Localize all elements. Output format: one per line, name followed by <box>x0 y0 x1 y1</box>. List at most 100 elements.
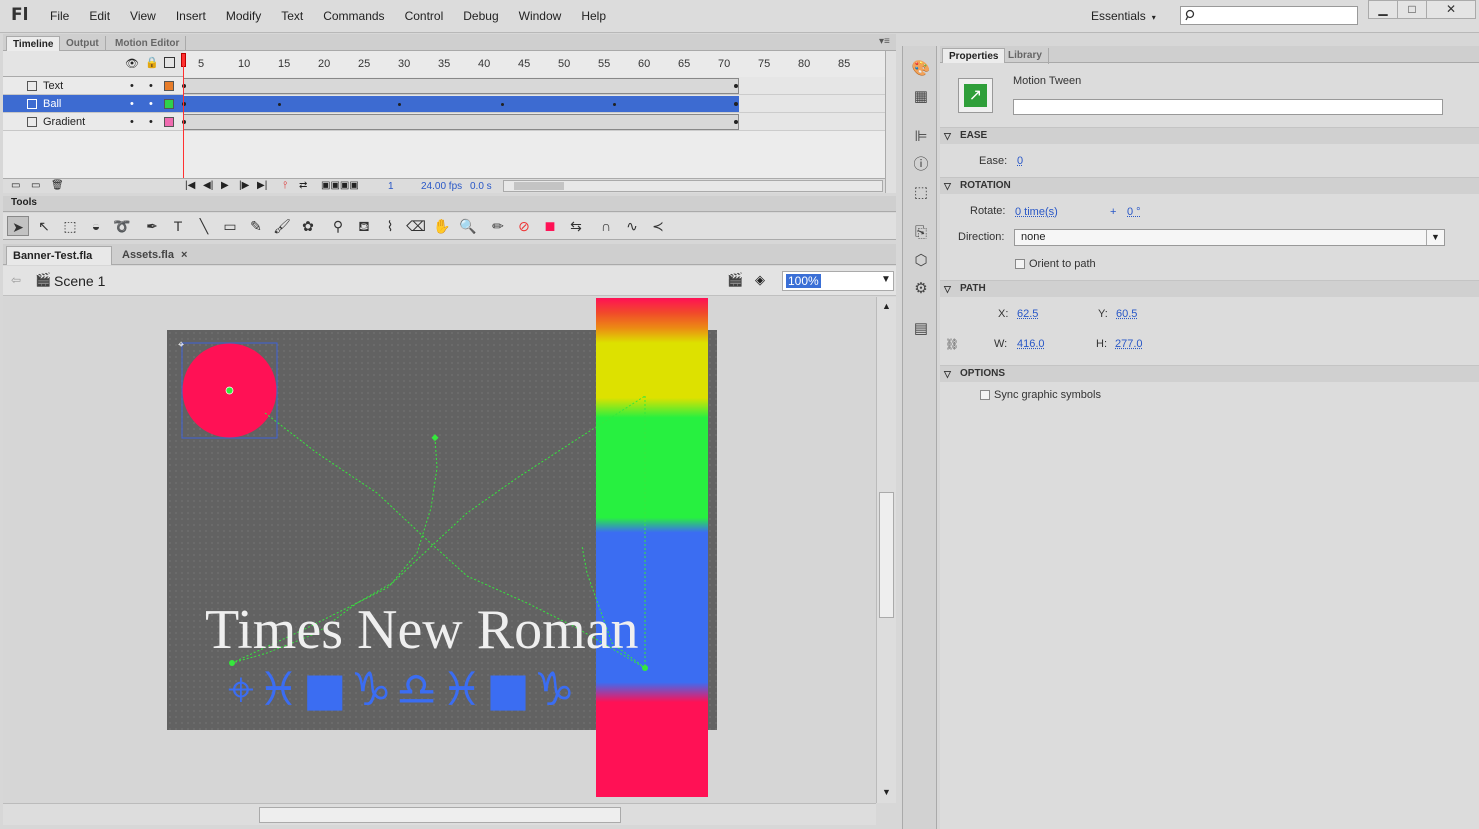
tween-span[interactable] <box>183 78 739 94</box>
property-keyframe[interactable] <box>278 103 281 106</box>
eyedropper-icon[interactable]: ⌇ <box>379 216 401 236</box>
options-section[interactable]: OPTIONS <box>940 365 1479 382</box>
color-icon[interactable]: 🎨 <box>910 58 932 80</box>
tab-properties[interactable]: Properties <box>942 48 1006 63</box>
direction-select[interactable]: none ▼ <box>1014 229 1445 246</box>
orient-to-path-checkbox[interactable] <box>1015 259 1025 269</box>
paint-bucket-icon[interactable]: ⛾ <box>353 216 375 236</box>
close-tab-icon[interactable]: × <box>181 249 187 261</box>
lock-toggle[interactable]: • <box>149 116 153 128</box>
scroll-thumb[interactable] <box>514 182 564 190</box>
3d-rotation-icon[interactable]: ◒ <box>85 216 107 236</box>
lock-toggle[interactable]: • <box>149 80 153 92</box>
brush-icon[interactable]: 🖌 <box>271 216 293 236</box>
edit-scene-icon[interactable]: 🎬 <box>727 272 743 288</box>
frame-rate[interactable]: 24.00 fps <box>421 181 462 192</box>
h-value[interactable]: 277.0 <box>1115 338 1143 350</box>
onion-skin-icon[interactable]: ▣▣▣▣ <box>321 180 359 191</box>
components-icon[interactable]: ⬡ <box>910 250 932 272</box>
keyframe[interactable] <box>734 102 738 106</box>
rotate-times[interactable]: 0 time(s) <box>1015 206 1058 218</box>
lock-toggle[interactable]: • <box>149 98 153 110</box>
menu-item-window[interactable]: Window <box>519 9 562 23</box>
play-icon[interactable]: ▶ <box>221 180 229 191</box>
info-icon[interactable]: ⓘ <box>910 154 932 176</box>
tween-span[interactable] <box>183 114 739 130</box>
panel-menu-icon[interactable]: ▾≡ <box>879 36 890 47</box>
menu-item-control[interactable]: Control <box>405 9 444 23</box>
timeline-vscroll[interactable] <box>885 51 896 193</box>
stroke-color-icon[interactable]: ✏ <box>487 216 509 236</box>
path-section[interactable]: PATH <box>940 280 1479 297</box>
menu-item-file[interactable]: File <box>50 9 69 23</box>
transform-point[interactable] <box>225 386 234 395</box>
current-frame[interactable]: 1 <box>388 181 394 192</box>
w-value[interactable]: 416.0 <box>1017 338 1045 350</box>
line-icon[interactable]: ╲ <box>193 216 215 236</box>
minimize-button[interactable]: ▁ <box>1368 0 1398 19</box>
rectangle-icon[interactable]: ▭ <box>219 216 241 236</box>
loop-icon[interactable]: ⇄ <box>299 180 307 191</box>
new-layer-icon[interactable]: ▭ <box>11 180 20 191</box>
workspace-switcher[interactable]: Essentials ▾ <box>1091 9 1156 23</box>
frame-ruler[interactable]: 5 10 15 20 25 30 35 40 45 50 55 60 65 70 75 80 85 <box>183 51 885 77</box>
no-color-icon[interactable]: ⊘ <box>513 216 535 236</box>
timeline-hscroll[interactable] <box>503 180 883 192</box>
scroll-thumb[interactable] <box>879 492 894 618</box>
menu-item-view[interactable]: View <box>130 9 156 23</box>
layer-frames[interactable] <box>182 77 885 95</box>
stage-vscroll[interactable]: ▲ ▼ <box>876 297 896 803</box>
edit-symbols-icon[interactable]: ◈ <box>755 272 765 288</box>
lock-icon[interactable]: 🔒 <box>145 56 159 69</box>
rotation-section[interactable]: ROTATION <box>940 177 1479 194</box>
path-anchor[interactable] <box>431 434 439 442</box>
stage-symbols[interactable]: ⌖♓■♑♎♓■♑ <box>228 662 579 718</box>
keyframe[interactable] <box>734 120 738 124</box>
outline-icon[interactable] <box>164 57 175 68</box>
free-transform-icon[interactable]: ⬚ <box>59 216 81 236</box>
layer-row[interactable]: Text • • <box>3 77 183 95</box>
bone-icon[interactable]: ⚲ <box>327 216 349 236</box>
scroll-thumb[interactable] <box>259 807 621 823</box>
property-keyframe[interactable] <box>398 103 401 106</box>
pen-icon[interactable]: ✒ <box>141 216 163 236</box>
hand-icon[interactable]: ✋ <box>431 216 453 236</box>
last-frame-icon[interactable]: ▶| <box>257 180 267 191</box>
text-icon[interactable]: T <box>167 216 189 236</box>
center-frame-icon[interactable]: ⫯ <box>283 180 287 191</box>
menu-item-text[interactable]: Text <box>281 9 303 23</box>
outline-color-icon[interactable] <box>164 81 174 91</box>
y-value[interactable]: 60.5 <box>1116 308 1137 320</box>
layer-name[interactable]: Ball <box>43 98 61 110</box>
visibility-icon[interactable]: 👁 <box>125 57 139 70</box>
tab-output[interactable]: Output <box>60 36 106 52</box>
help-search-input[interactable] <box>1180 6 1358 25</box>
menu-item-commands[interactable]: Commands <box>323 9 384 23</box>
visibility-toggle[interactable]: • <box>130 80 134 92</box>
tab-timeline[interactable]: Timeline <box>6 36 61 52</box>
deco-icon[interactable]: ✿ <box>297 216 319 236</box>
ease-section[interactable]: EASE <box>940 127 1479 144</box>
selection-icon[interactable]: ➤ <box>7 216 29 236</box>
zoom-icon[interactable]: 🔍 <box>457 216 479 236</box>
visibility-toggle[interactable]: • <box>130 116 134 128</box>
tab-assets[interactable]: Assets.fla × <box>116 246 198 265</box>
keyframe[interactable] <box>734 84 738 88</box>
menu-item-insert[interactable]: Insert <box>176 9 206 23</box>
property-keyframe[interactable] <box>613 103 616 106</box>
layer-frames[interactable] <box>182 113 885 131</box>
swap-colors-icon[interactable]: ⇆ <box>565 216 587 236</box>
menu-item-modify[interactable]: Modify <box>226 9 261 23</box>
stage-hscroll[interactable] <box>3 803 876 825</box>
layer-name[interactable]: Text <box>43 80 63 92</box>
layer-row[interactable]: Ball • • <box>3 95 183 113</box>
subselection-icon[interactable]: ↖ <box>33 216 55 236</box>
playhead[interactable] <box>181 53 186 67</box>
outline-color-icon[interactable] <box>164 117 174 127</box>
sync-graphic-checkbox[interactable] <box>980 390 990 400</box>
step-back-icon[interactable]: ◀| <box>203 180 213 191</box>
path-anchor[interactable] <box>642 665 648 671</box>
layer-name[interactable]: Gradient <box>43 116 85 128</box>
snap-icon[interactable]: ∩ <box>595 216 617 236</box>
menu-item-edit[interactable]: Edit <box>89 9 110 23</box>
